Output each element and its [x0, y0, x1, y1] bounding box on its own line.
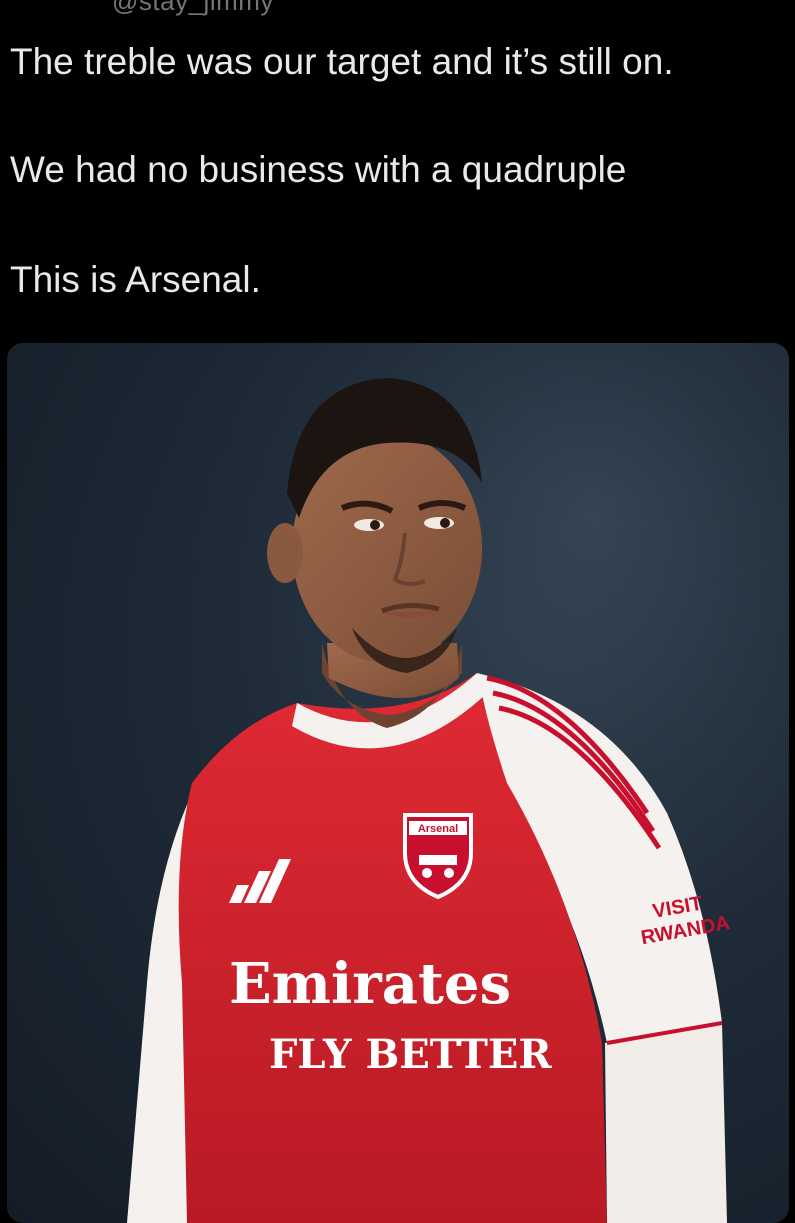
sponsor-text-main: Emirates — [229, 951, 511, 1017]
tweet-line-1: The treble was our target and it’s still… — [10, 41, 674, 82]
tweet-line-2: We had no business with a quadruple — [10, 149, 627, 190]
player-photo: Arsenal Emirates FLY BETTER VISIT RWANDA — [7, 343, 789, 1223]
crest-text: Arsenal — [418, 823, 458, 835]
sponsor-text-sub: FLY BETTER — [269, 1031, 552, 1078]
tweet-media-photo[interactable]: Arsenal Emirates FLY BETTER VISIT RWANDA — [7, 343, 789, 1223]
tweet-author-handle[interactable]: @stay_jimmy — [112, 0, 274, 17]
tweet-line-3: This is Arsenal. — [10, 259, 261, 300]
